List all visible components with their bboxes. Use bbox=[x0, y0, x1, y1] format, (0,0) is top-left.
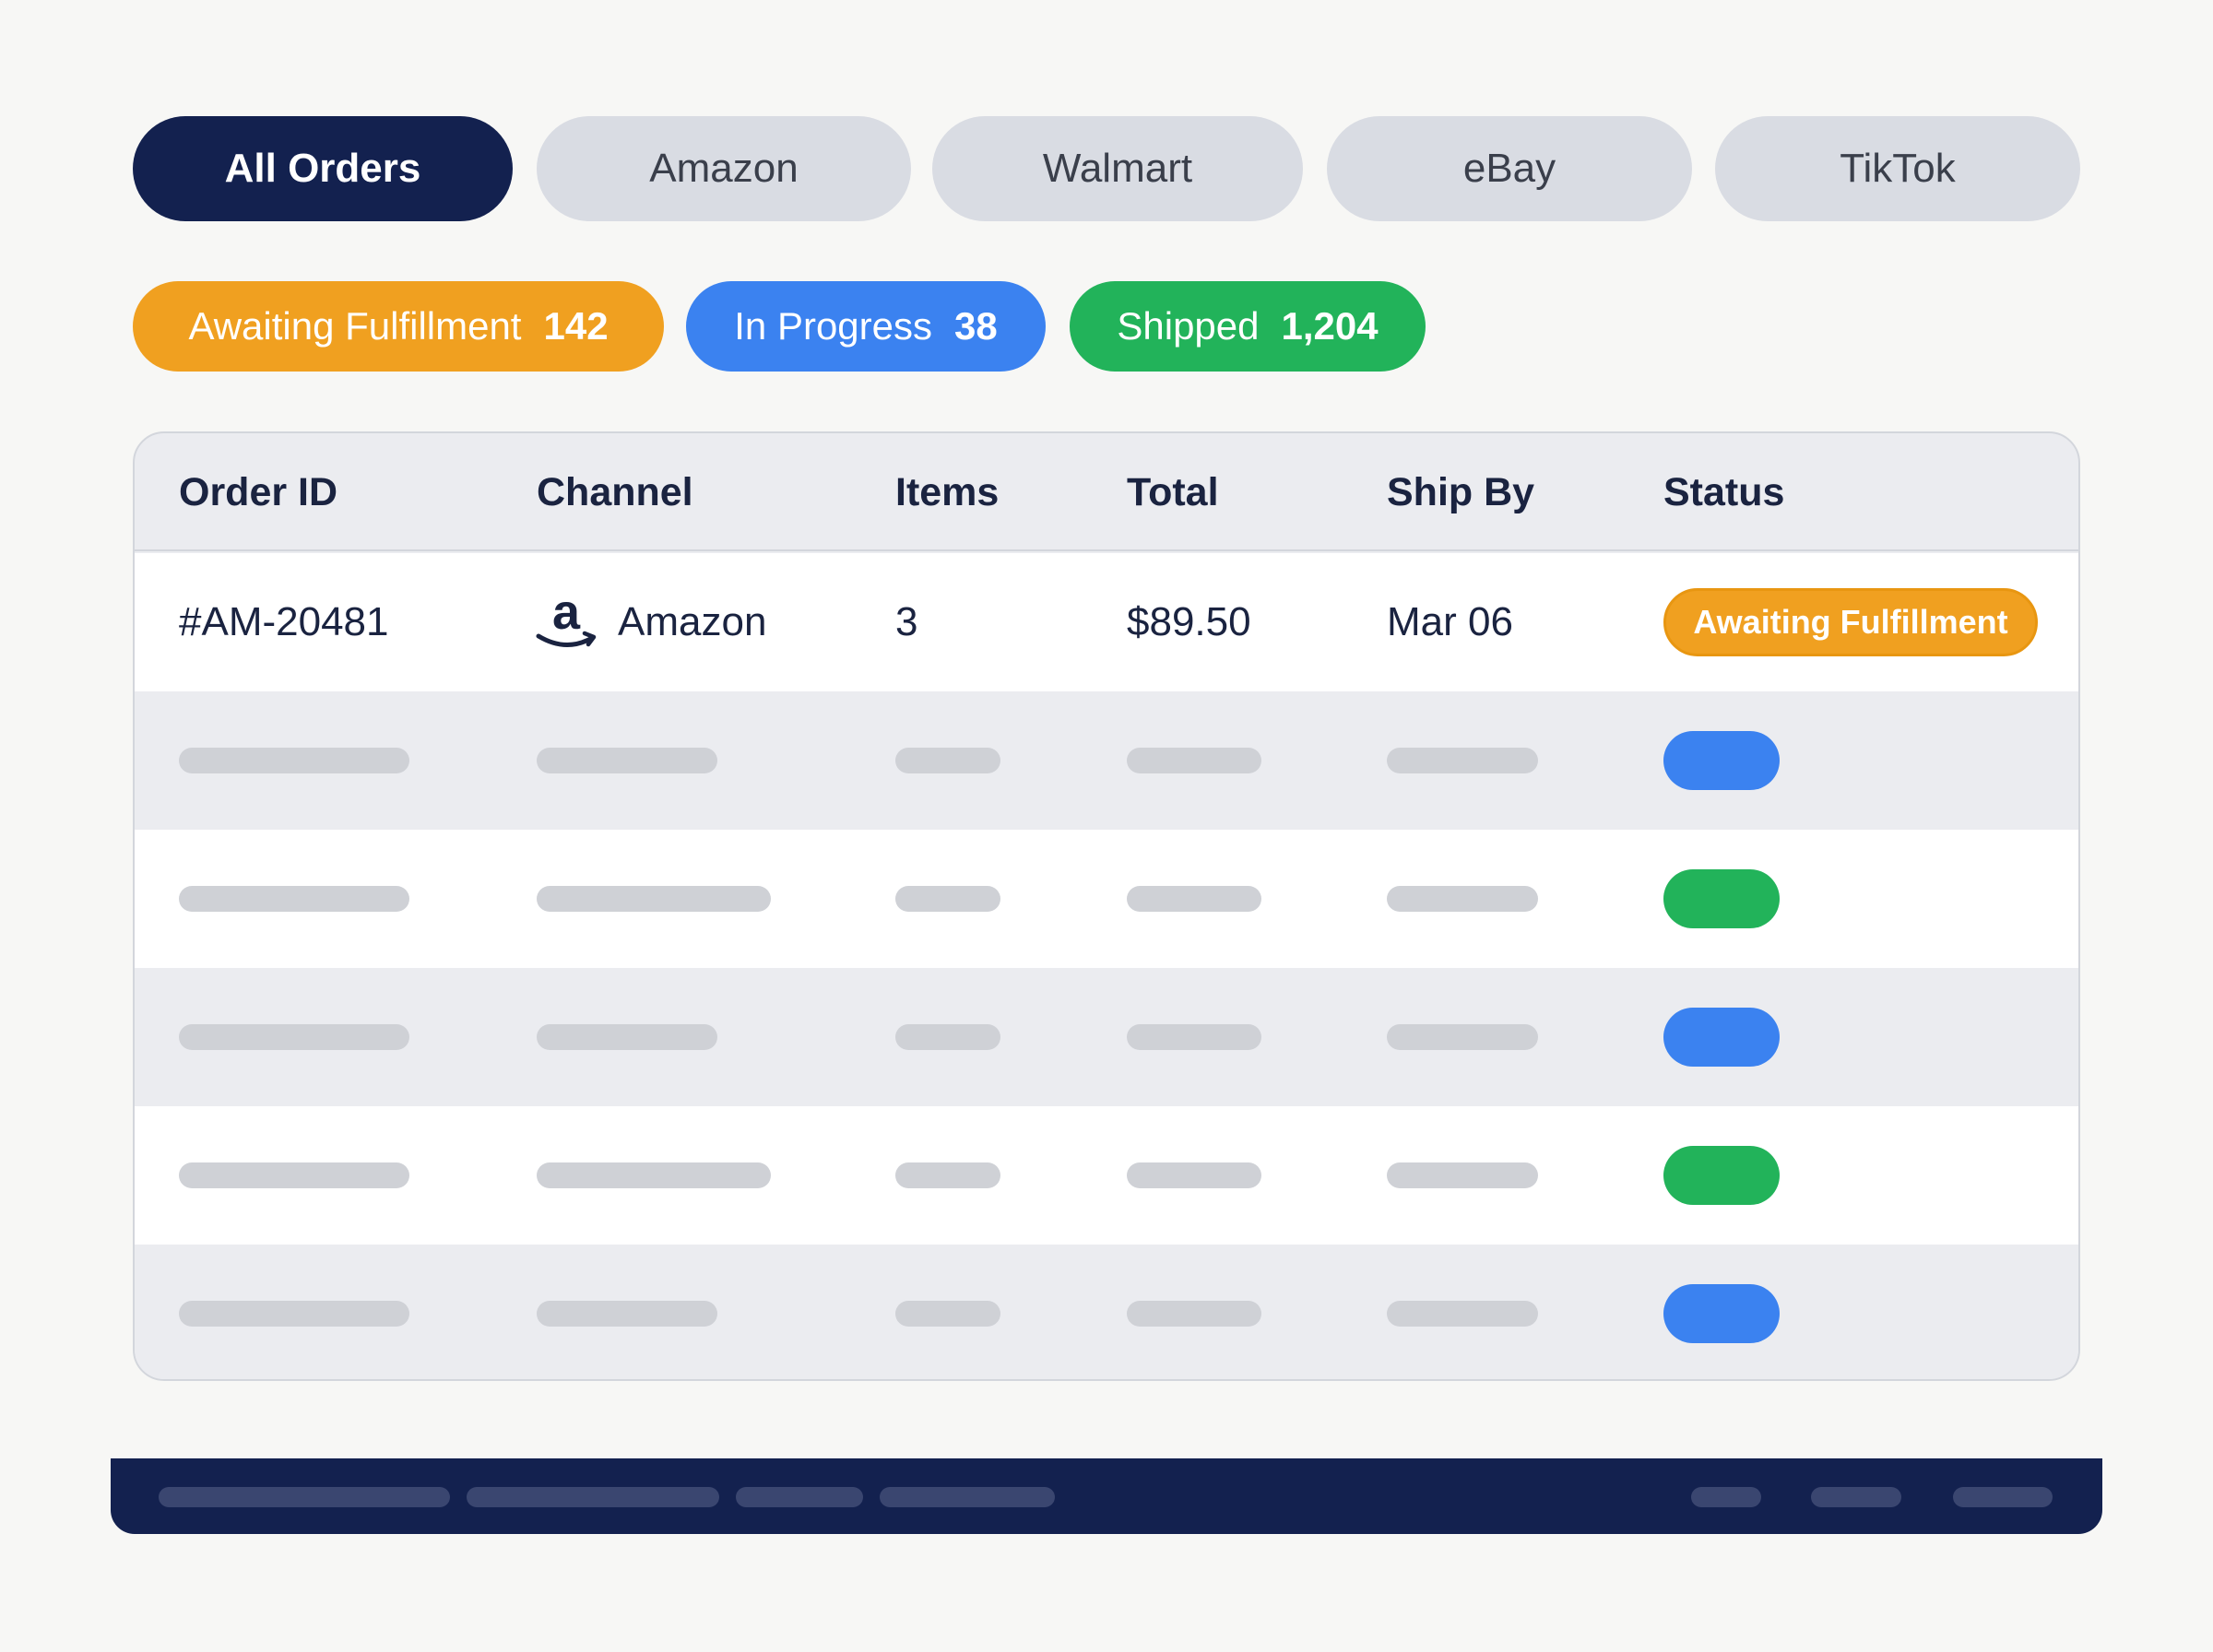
tab-tiktok[interactable]: TikTok bbox=[1715, 116, 2080, 221]
placeholder-row bbox=[135, 691, 2078, 830]
filter-shipped[interactable]: Shipped 1,204 bbox=[1070, 281, 1426, 372]
filter-label: In Progress bbox=[734, 304, 933, 348]
table-header: Order ID Channel Items Total Ship By Sta… bbox=[135, 433, 2078, 551]
channel-tabs: All Orders Amazon Walmart eBay TikTok bbox=[133, 116, 2080, 221]
status-dot bbox=[1663, 1008, 1780, 1067]
channel-cell: a Amazon bbox=[533, 553, 766, 691]
filter-label: Awaiting Fulfillment bbox=[188, 304, 522, 348]
filter-label: Shipped bbox=[1117, 304, 1260, 348]
skeleton-bar bbox=[1127, 748, 1261, 773]
skeleton-bar bbox=[179, 1162, 409, 1188]
placeholder-row bbox=[135, 1245, 2078, 1379]
skeleton-bar bbox=[1387, 1301, 1538, 1327]
skeleton-bar bbox=[537, 1024, 717, 1050]
status-badge: Awaiting Fulfillment bbox=[1663, 588, 2038, 656]
skeleton-bar bbox=[895, 748, 1000, 773]
skeleton-bar bbox=[895, 1301, 1000, 1327]
skeleton-bar bbox=[895, 1162, 1000, 1188]
footer-skeleton-bar bbox=[880, 1487, 1055, 1507]
skeleton-bar bbox=[179, 1301, 409, 1327]
column-header-ship-by[interactable]: Ship By bbox=[1387, 433, 1534, 551]
column-header-order-id[interactable]: Order ID bbox=[179, 433, 337, 551]
skeleton-bar bbox=[537, 748, 717, 773]
tab-all-orders[interactable]: All Orders bbox=[133, 116, 513, 221]
skeleton-bar bbox=[1127, 1301, 1261, 1327]
filter-awaiting-fulfillment[interactable]: Awaiting Fulfillment 142 bbox=[133, 281, 664, 372]
placeholder-row bbox=[135, 1106, 2078, 1245]
skeleton-bar bbox=[1127, 1024, 1261, 1050]
footer-bar bbox=[111, 1458, 2102, 1534]
placeholder-row bbox=[135, 968, 2078, 1106]
filter-in-progress[interactable]: In Progress 38 bbox=[686, 281, 1046, 372]
filter-count: 1,204 bbox=[1281, 304, 1379, 348]
column-header-channel[interactable]: Channel bbox=[537, 433, 693, 551]
skeleton-bar bbox=[895, 1024, 1000, 1050]
skeleton-bar bbox=[1387, 1024, 1538, 1050]
status-dot bbox=[1663, 1146, 1780, 1205]
status-dot bbox=[1663, 1284, 1780, 1343]
skeleton-bar bbox=[1387, 1162, 1538, 1188]
amazon-logo-icon: a bbox=[536, 592, 597, 648]
skeleton-bar bbox=[537, 886, 771, 912]
skeleton-bar bbox=[1387, 886, 1538, 912]
footer-skeleton-bar bbox=[1691, 1487, 1761, 1507]
placeholder-row bbox=[135, 830, 2078, 968]
skeleton-bar bbox=[895, 886, 1000, 912]
skeleton-bar bbox=[1127, 886, 1261, 912]
total-cell: $89.50 bbox=[1127, 599, 1251, 644]
skeleton-bar bbox=[1387, 748, 1538, 773]
table-row[interactable]: #AM-20481 a Amazon 3 $89.50 Mar 06 Await… bbox=[135, 553, 2078, 691]
skeleton-bar bbox=[179, 748, 409, 773]
column-header-status[interactable]: Status bbox=[1663, 433, 1784, 551]
footer-skeleton-bar bbox=[1811, 1487, 1901, 1507]
channel-name: Amazon bbox=[618, 599, 767, 644]
column-header-total[interactable]: Total bbox=[1127, 433, 1219, 551]
orders-dashboard: All Orders Amazon Walmart eBay TikTok Aw… bbox=[0, 0, 2213, 1652]
footer-skeleton-bar bbox=[159, 1487, 450, 1507]
tab-amazon[interactable]: Amazon bbox=[537, 116, 911, 221]
svg-text:a: a bbox=[552, 592, 581, 640]
filter-count: 38 bbox=[954, 304, 998, 348]
tab-walmart[interactable]: Walmart bbox=[932, 116, 1303, 221]
tab-ebay[interactable]: eBay bbox=[1327, 116, 1692, 221]
footer-skeleton-bar bbox=[736, 1487, 863, 1507]
status-dot bbox=[1663, 869, 1780, 928]
status-dot bbox=[1663, 731, 1780, 790]
order-id-cell: #AM-20481 bbox=[179, 599, 389, 644]
footer-skeleton-bar bbox=[467, 1487, 719, 1507]
items-cell: 3 bbox=[895, 599, 918, 644]
ship-by-cell: Mar 06 bbox=[1387, 599, 1513, 644]
skeleton-bar bbox=[537, 1162, 771, 1188]
skeleton-bar bbox=[179, 1024, 409, 1050]
skeleton-bar bbox=[179, 886, 409, 912]
orders-table: Order ID Channel Items Total Ship By Sta… bbox=[133, 431, 2080, 1381]
column-header-items[interactable]: Items bbox=[895, 433, 999, 551]
skeleton-bar bbox=[537, 1301, 717, 1327]
skeleton-bar bbox=[1127, 1162, 1261, 1188]
footer-skeleton-bar bbox=[1953, 1487, 2053, 1507]
filter-count: 142 bbox=[543, 304, 609, 348]
